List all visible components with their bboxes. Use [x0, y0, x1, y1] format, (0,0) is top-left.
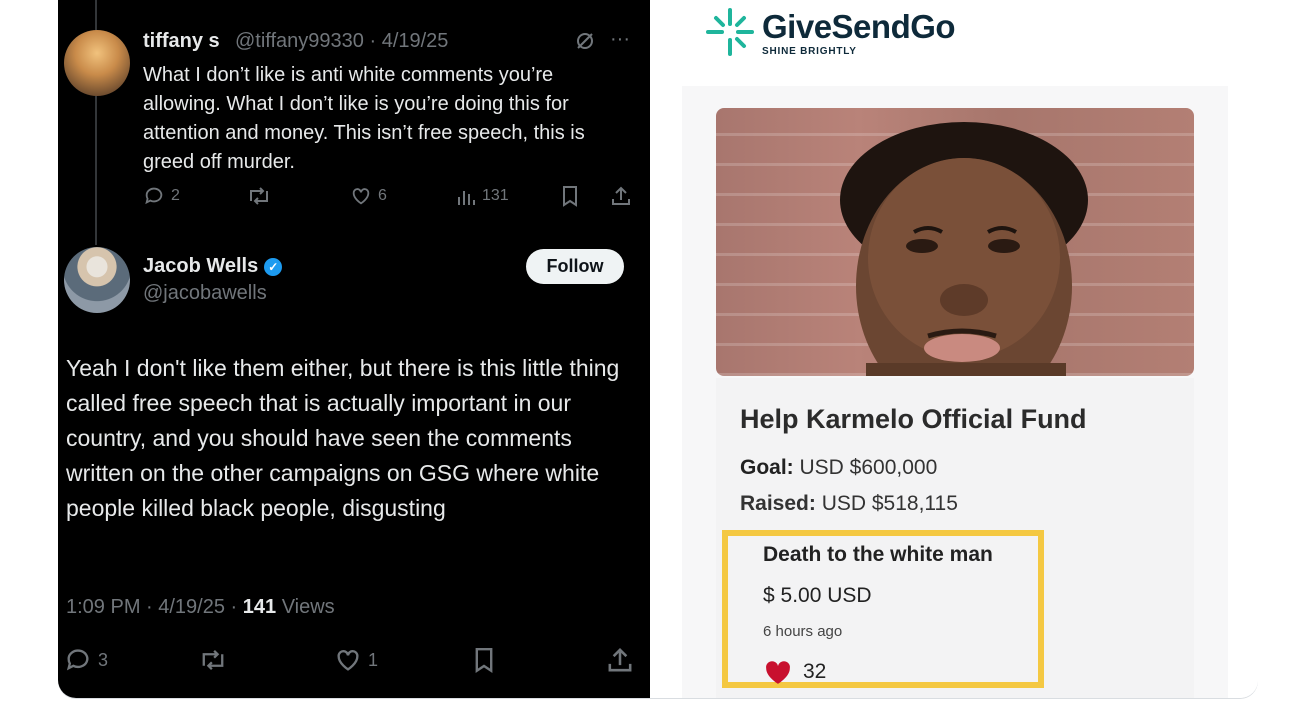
tweet1-repost-button[interactable] — [246, 185, 272, 207]
repost-icon — [250, 187, 268, 205]
reply-icon — [145, 187, 163, 205]
tweet2-handle[interactable]: @jacobawells — [143, 282, 267, 305]
more-options-icon[interactable]: ··· — [610, 28, 630, 51]
donation-like-count: 32 — [803, 660, 827, 683]
tweet1-view-count: 131 — [482, 187, 509, 204]
donation-message: Death to the white man — [763, 543, 993, 566]
tweet1-bookmark-button[interactable] — [560, 185, 580, 207]
campaign-title[interactable]: Help Karmelo Official Fund — [740, 404, 1087, 435]
tweet1-like-button[interactable]: 6 — [350, 185, 387, 207]
tweet2-reply-button[interactable]: 3 — [64, 646, 108, 674]
heart-icon — [337, 650, 359, 671]
donation-amount: $ 5.00 USD — [763, 584, 872, 607]
donation-like-button[interactable]: 32 — [763, 659, 826, 685]
avatar-jacob-wells[interactable] — [64, 247, 130, 313]
follow-button[interactable]: Follow — [526, 249, 624, 284]
raised-row: Raised: USD $518,115 — [740, 492, 958, 516]
avatar-tiffany[interactable] — [64, 30, 130, 96]
raised-label: Raised: — [740, 492, 816, 515]
tweet2-like-button[interactable]: 1 — [334, 646, 378, 674]
screenshot-frame: tiffany s @tiffany99330 · 4/19/25 ··· Wh… — [58, 0, 1258, 698]
tweet1-author-name[interactable]: tiffany s — [143, 30, 220, 53]
donation-time: 6 hours ago — [763, 623, 843, 640]
heart-filled-icon — [766, 661, 790, 684]
brand-tagline: SHINE BRIGHTLY — [762, 45, 857, 57]
tweet2-timestamp[interactable]: 1:09 PM · 4/19/25 · — [66, 596, 243, 618]
tweet2-view-count: 141 — [242, 596, 277, 618]
share-icon — [612, 186, 630, 205]
tweet2-author[interactable]: Jacob Wells ✓ — [143, 255, 283, 278]
tweet1-handle-date[interactable]: @tiffany99330 · 4/19/25 — [235, 30, 448, 53]
portrait-image — [840, 122, 1088, 376]
raised-value: USD $518,115 — [815, 492, 958, 515]
tweet1-text: What I don’t like is anti white comments… — [143, 64, 585, 173]
goal-row: Goal: USD $600,000 — [740, 456, 937, 480]
repost-icon — [202, 649, 224, 671]
tweet1-share-button[interactable] — [610, 185, 632, 207]
bookmark-icon — [563, 186, 577, 207]
tweet2-text: Yeah I don't like them either, but there… — [66, 355, 620, 521]
tweet2-repost-button[interactable] — [198, 646, 228, 674]
sparkle-logo-icon — [706, 8, 754, 56]
share-icon — [608, 648, 632, 672]
tweet2-share-button[interactable] — [606, 646, 634, 674]
goal-label: Goal: — [740, 456, 794, 479]
tweet2-like-count: 1 — [368, 649, 379, 670]
heart-icon — [352, 188, 370, 205]
goal-value: USD $600,000 — [793, 456, 938, 479]
tweet2-author-name: Jacob Wells — [143, 255, 259, 277]
grok-icon[interactable] — [575, 31, 595, 56]
tweet1-views-button[interactable]: 131 — [456, 185, 509, 207]
tweet1-reply-count: 2 — [171, 187, 180, 204]
brand-name: GiveSendGo — [762, 7, 956, 45]
tweet2-meta: 1:09 PM · 4/19/25 · 141 Views — [66, 596, 335, 619]
bookmark-icon — [475, 648, 493, 674]
verified-badge-icon: ✓ — [264, 257, 283, 276]
tweet1-like-count: 6 — [378, 187, 387, 204]
tweet2-views-label: Views — [276, 596, 335, 618]
givesendgo-logo[interactable]: GiveSendGo SHINE BRIGHTLY — [704, 6, 956, 58]
campaign-photo[interactable] — [716, 108, 1194, 376]
tweet1-reply-button[interactable]: 2 — [143, 185, 180, 207]
tweet2-reply-count: 3 — [98, 649, 109, 670]
tweet-panel: tiffany s @tiffany99330 · 4/19/25 ··· Wh… — [58, 0, 650, 698]
analytics-icon — [458, 191, 475, 205]
givesendgo-panel: GiveSendGo SHINE BRIGHTLY Help Karmelo O… — [650, 0, 1258, 698]
tweet2-bookmark-button[interactable] — [472, 646, 496, 674]
reply-icon — [66, 649, 89, 671]
